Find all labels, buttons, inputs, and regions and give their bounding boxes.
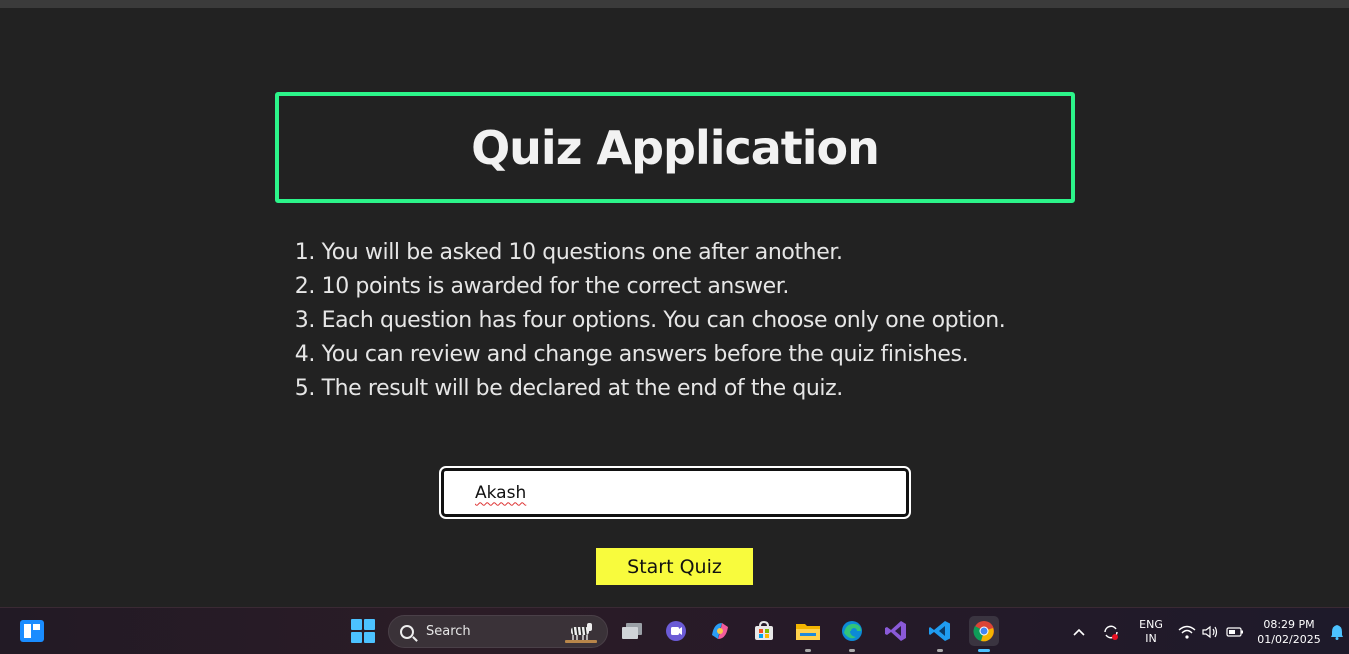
wifi-icon[interactable] <box>1178 608 1196 654</box>
rule-item: 5. The result will be declared at the en… <box>294 376 843 401</box>
notification-bell-icon[interactable] <box>1330 608 1344 654</box>
battery-icon[interactable] <box>1226 608 1244 654</box>
volume-icon[interactable] <box>1202 608 1220 654</box>
browser-top-strip <box>0 0 1349 8</box>
clock[interactable]: 08:29 PM 01/02/2025 <box>1254 608 1324 654</box>
taskbar: Search ENG IN 08:29 PM 01/02/2025 <box>0 607 1349 654</box>
search-label: Search <box>426 624 471 639</box>
name-input[interactable]: Akash <box>439 466 911 519</box>
zebra-icon <box>565 623 597 643</box>
taskbar-search[interactable]: Search <box>388 615 608 648</box>
visual-studio-icon[interactable] <box>881 616 911 646</box>
task-view-icon[interactable] <box>617 616 647 646</box>
meet-icon[interactable] <box>661 616 691 646</box>
copilot-icon[interactable] <box>705 616 735 646</box>
name-input-value: Akash <box>475 482 527 503</box>
windows-start-icon[interactable] <box>348 616 378 646</box>
page-title: Quiz Application <box>471 120 880 175</box>
clock-time: 08:29 PM <box>1263 617 1315 631</box>
file-explorer-icon[interactable] <box>793 616 823 652</box>
search-icon <box>400 624 414 639</box>
microsoft-store-icon[interactable] <box>749 616 779 646</box>
widgets-icon[interactable] <box>17 616 47 646</box>
start-quiz-button[interactable]: Start Quiz <box>596 548 753 585</box>
edge-icon[interactable] <box>837 616 867 652</box>
rules-list: 1. You will be asked 10 questions one af… <box>285 236 1006 406</box>
chevron-up-icon[interactable] <box>1072 608 1086 654</box>
chrome-icon[interactable] <box>969 616 999 652</box>
sync-icon[interactable] <box>1101 608 1121 654</box>
vscode-icon[interactable] <box>925 616 955 652</box>
rule-item: 2. 10 points is awarded for the correct … <box>294 274 790 299</box>
title-box: Quiz Application <box>275 92 1075 203</box>
rule-item: 4. You can review and change answers bef… <box>294 342 969 367</box>
clock-date: 01/02/2025 <box>1257 632 1321 646</box>
rule-item: 1. You will be asked 10 questions one af… <box>294 240 843 265</box>
rule-item: 3. Each question has four options. You c… <box>294 308 1006 333</box>
language-indicator[interactable]: ENG IN <box>1136 608 1166 654</box>
